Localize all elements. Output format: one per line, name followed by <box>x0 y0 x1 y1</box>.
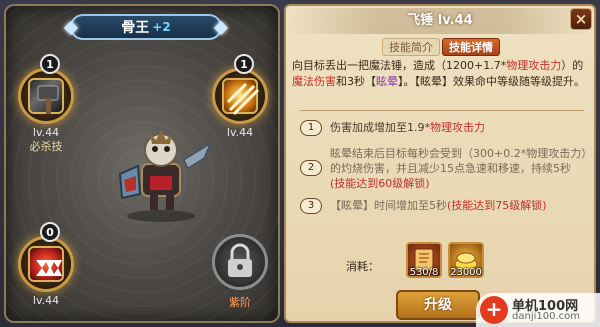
desc-phys-attack: 物理攻击力 <box>506 59 562 72</box>
locked-slot-tag: 紫阶 <box>229 296 251 309</box>
skill-1-badge: 1 <box>40 54 60 74</box>
skill-book-icon: 530/8 <box>406 242 442 278</box>
bonus-3-text-a: 【眩晕】时间增加至5秒 <box>330 199 447 212</box>
desc-part-3: ）的 <box>561 59 584 72</box>
watermark-url: danji100.com <box>512 311 580 322</box>
skill-title: 飞锤 lv.44 <box>286 8 594 34</box>
game-screen: 骨王 +2 1 lv.44 必杀技 1 lv.44 0 lv.44 紫阶 飞锤 … <box>0 0 600 327</box>
fangs-icon <box>28 246 64 282</box>
lock-icon <box>228 243 252 277</box>
skill-3-badge: 0 <box>40 222 60 242</box>
hero-model <box>106 114 216 224</box>
bonus-3-unlock: (技能达到75级解锁) <box>447 199 547 212</box>
skill-book-count: 530/8 <box>409 267 439 278</box>
desc-part-7: 】。【眩晕】效果命中等级随等级提升。 <box>398 75 585 88</box>
locked-skill-slot[interactable] <box>212 234 268 290</box>
hero-name-bar: 骨王 +2 <box>63 14 229 40</box>
desc-stun: 眩晕 <box>376 75 398 88</box>
gold-count: 23000 <box>450 267 482 278</box>
bonus-1-number: 1 <box>300 120 322 136</box>
fangs-glyph <box>36 260 62 276</box>
skill-2-badge: 1 <box>234 54 254 74</box>
tab-skill-intro[interactable]: 技能简介 <box>382 38 440 56</box>
gem-left-icon <box>63 20 79 36</box>
watermark: 单机100网 danji100.com <box>476 293 600 327</box>
hammer-icon <box>28 78 64 114</box>
desc-magic-damage: 魔法伤害 <box>292 75 336 88</box>
skeleton-king-figure <box>118 130 212 222</box>
bonus-1-text-a: 伤害加成增加至1.9* <box>330 121 430 134</box>
bonus-2-number: 2 <box>300 160 322 176</box>
skill-description: 向目标丢出一把魔法锤，造成（1200+1.7*物理攻击力）的魔法伤害和3秒【眩晕… <box>292 58 592 90</box>
divider <box>300 110 584 111</box>
skill-2-level: lv.44 <box>226 126 254 139</box>
hammer-glyph <box>37 85 59 114</box>
skill-slot-3[interactable] <box>18 236 74 292</box>
tab-skill-detail[interactable]: 技能详情 <box>442 38 500 56</box>
slash-icon <box>222 78 260 116</box>
bonus-2-unlock: (技能达到60级解锁) <box>330 177 430 190</box>
skill-1-tag: 必杀技 <box>29 140 63 153</box>
detail-tabs: 技能简介 技能详情 <box>382 38 500 56</box>
watermark-logo-icon <box>480 296 508 324</box>
desc-part-1: 向目标丢出一把魔法锤，造成（1200+1.7* <box>292 59 507 72</box>
bonus-3-number: 3 <box>300 198 322 214</box>
upgrade-button[interactable]: 升级 <box>396 290 480 320</box>
bonus-2-text-a: 眩晕结束后目标每秒会受到（300+0.2*物理攻击力）的灼烧伤害，并且减少15点… <box>330 147 587 175</box>
cost-label: 消耗： <box>346 260 379 273</box>
skill-slot-2[interactable] <box>212 68 268 124</box>
hero-panel: 骨王 +2 1 lv.44 必杀技 1 lv.44 0 lv.44 紫阶 <box>4 4 280 323</box>
slash-glyph <box>226 82 260 116</box>
skill-3-level: lv.44 <box>32 294 60 307</box>
hero-star-plus: +2 <box>152 20 171 34</box>
close-button[interactable]: × <box>570 8 592 30</box>
desc-part-5: 和3秒【 <box>336 75 376 88</box>
skill-detail-panel: 飞锤 lv.44 × 技能简介 技能详情 向目标丢出一把魔法锤，造成（1200+… <box>284 4 596 323</box>
gem-right-icon <box>213 20 229 36</box>
bonus-1-text: 伤害加成增加至1.9*物理攻击力 <box>330 120 590 135</box>
bonus-3-text: 【眩晕】时间增加至5秒(技能达到75级解锁) <box>330 198 590 213</box>
hero-name: 骨王 <box>121 20 150 36</box>
bonus-1-text-b: 物理攻击力 <box>430 121 485 134</box>
gold-icon: 23000 <box>448 242 484 278</box>
bonus-2-text: 眩晕结束后目标每秒会受到（300+0.2*物理攻击力）的灼烧伤害，并且减少15点… <box>330 146 590 191</box>
skill-slot-1[interactable] <box>18 68 74 124</box>
